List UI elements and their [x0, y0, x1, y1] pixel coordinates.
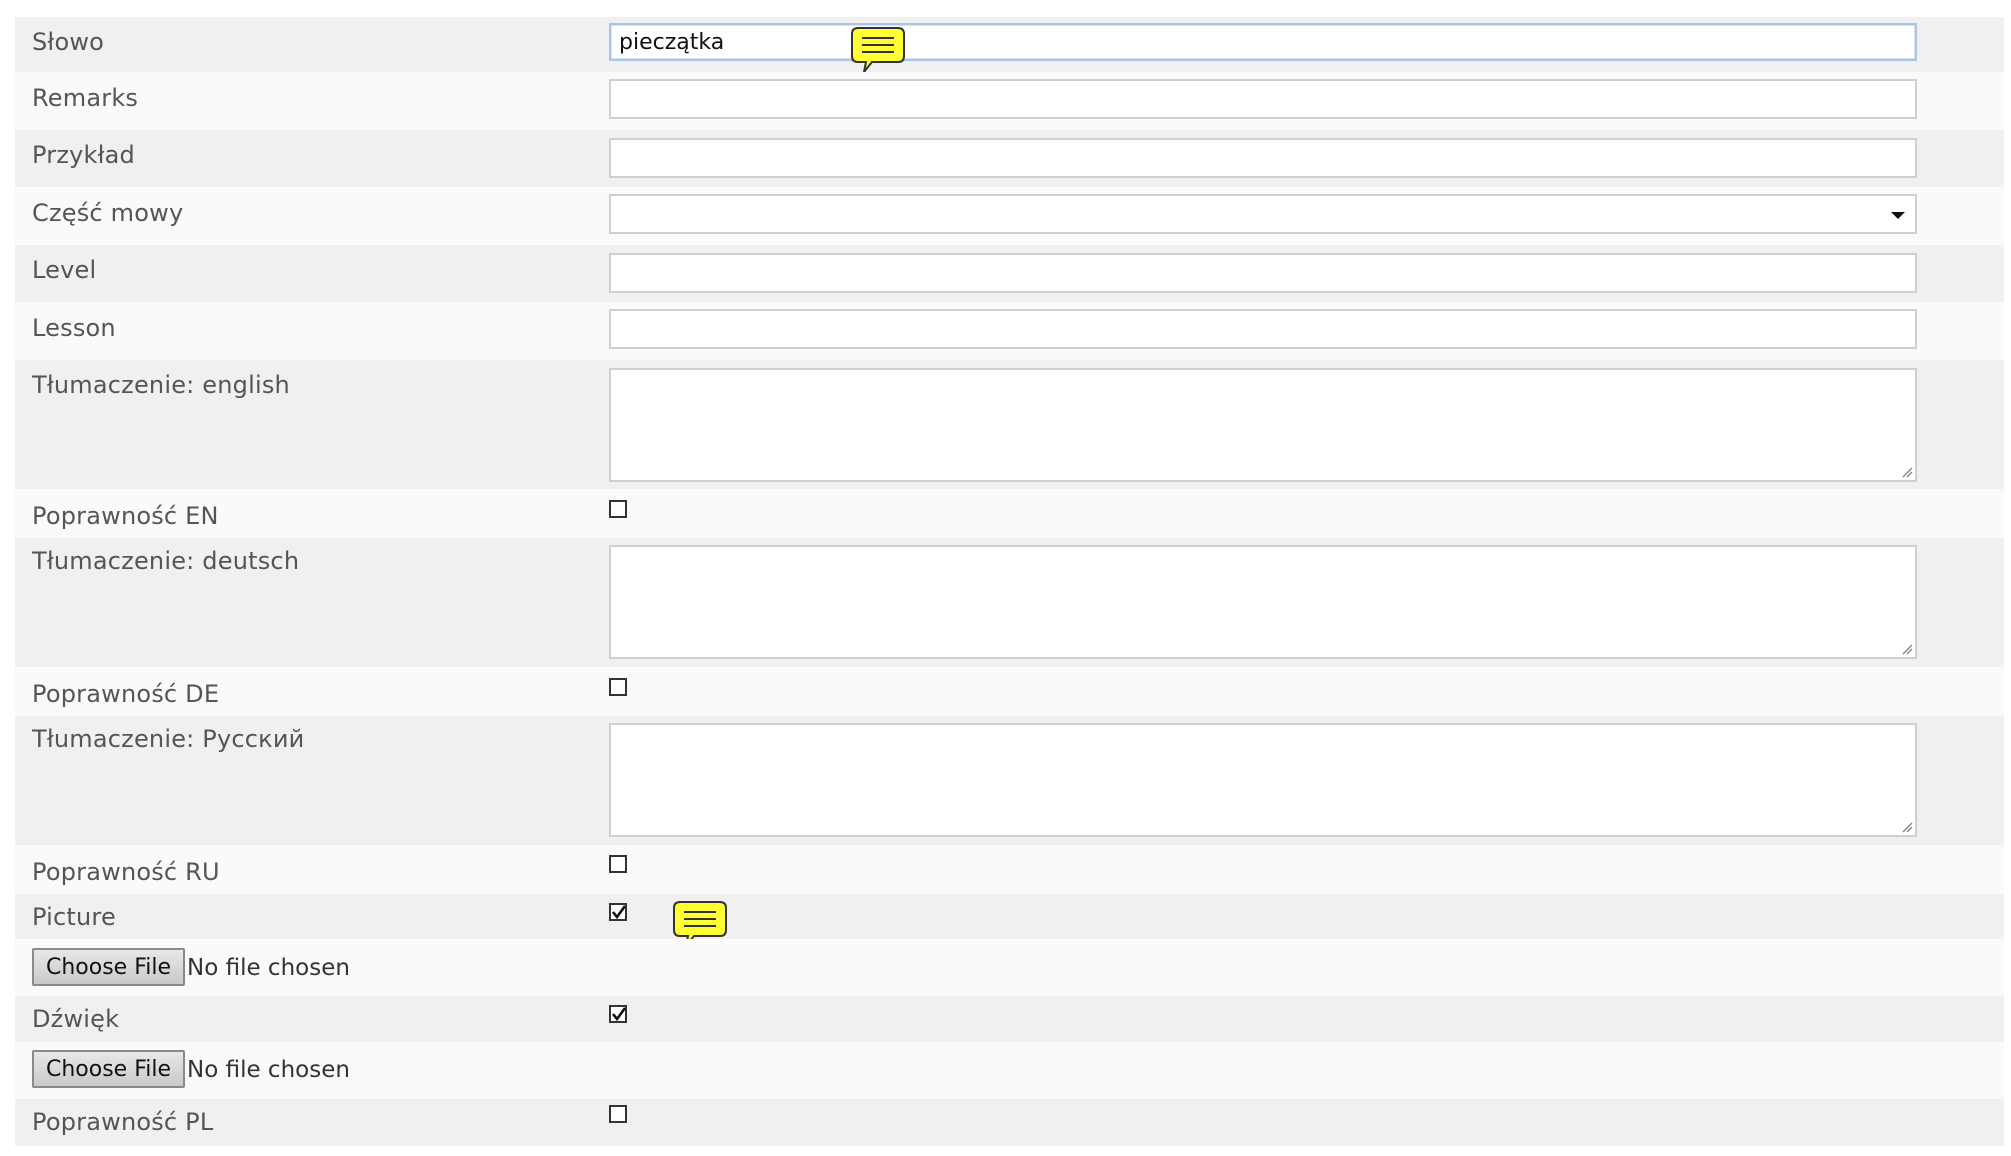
- row-slowo: Słowo: [15, 17, 2004, 73]
- label-poprawnosc-pl: Poprawność PL: [32, 1108, 214, 1136]
- przyklad-input[interactable]: [609, 138, 1917, 178]
- label-picture: Picture: [32, 903, 116, 931]
- checkmark-icon: [611, 1007, 627, 1022]
- poprawnosc-en-checkbox[interactable]: [609, 500, 627, 518]
- label-level: Level: [32, 256, 97, 284]
- row-poprawnosc-en: Poprawność EN: [15, 489, 2004, 538]
- resize-grip-icon[interactable]: [1901, 821, 1913, 833]
- row-level: Level: [15, 245, 2004, 302]
- tlumaczenie-en-textarea[interactable]: [609, 368, 1917, 482]
- label-lesson: Lesson: [32, 314, 116, 342]
- label-przyklad: Przykład: [32, 141, 135, 169]
- row-poprawnosc-ru: Poprawność RU: [15, 845, 2004, 894]
- row-przyklad: Przykład: [15, 130, 2004, 187]
- remarks-input[interactable]: [609, 79, 1917, 119]
- row-poprawnosc-pl: Poprawność PL: [15, 1099, 2004, 1146]
- picture-file-status: No file chosen: [187, 955, 350, 981]
- row-picture: Picture: [15, 894, 2004, 947]
- label-poprawnosc-de: Poprawność DE: [32, 680, 220, 708]
- label-poprawnosc-ru: Poprawność RU: [32, 858, 220, 886]
- row-tlumaczenie-de: Tłumaczenie: deutsch: [15, 538, 2004, 667]
- dzwiek-choose-file-button[interactable]: Choose File: [32, 1050, 186, 1088]
- level-input[interactable]: [609, 253, 1917, 293]
- checkmark-icon: [611, 905, 627, 920]
- chevron-down-icon[interactable]: [1891, 212, 1905, 219]
- label-tlumaczenie-de: Tłumaczenie: deutsch: [32, 547, 300, 575]
- row-dzwiek-file: Choose File No file chosen: [15, 1042, 2004, 1099]
- tlumaczenie-ru-textarea[interactable]: [609, 723, 1917, 837]
- czesc-mowy-select[interactable]: [609, 194, 1917, 234]
- poprawnosc-de-checkbox[interactable]: [609, 678, 627, 696]
- dzwiek-checkbox[interactable]: [609, 1005, 627, 1023]
- row-remarks: Remarks: [15, 72, 2004, 130]
- label-tlumaczenie-en: Tłumaczenie: english: [32, 371, 290, 399]
- row-picture-file: Choose File No file chosen: [15, 939, 2004, 996]
- label-remarks: Remarks: [32, 84, 139, 112]
- tlumaczenie-de-textarea[interactable]: [609, 545, 1917, 659]
- label-poprawnosc-en: Poprawność EN: [32, 502, 219, 530]
- dzwiek-file-status: No file chosen: [187, 1057, 350, 1083]
- label-tlumaczenie-ru: Tłumaczenie: Русский: [32, 725, 305, 753]
- row-tlumaczenie-en: Tłumaczenie: english: [15, 360, 2004, 489]
- picture-choose-file-button[interactable]: Choose File: [32, 948, 186, 986]
- resize-grip-icon[interactable]: [1901, 466, 1913, 478]
- czesc-mowy-select-box[interactable]: [609, 194, 1917, 234]
- picture-checkbox[interactable]: [609, 903, 627, 921]
- row-poprawnosc-de: Poprawność DE: [15, 667, 2004, 716]
- word-edit-form: Słowo Remarks Przykład Część mowy Level …: [15, 17, 2004, 1146]
- slowo-input[interactable]: [609, 23, 1917, 61]
- label-czesc-mowy: Część mowy: [32, 199, 184, 227]
- row-dzwiek: Dźwięk: [15, 996, 2004, 1042]
- row-czesc-mowy: Część mowy: [15, 187, 2004, 245]
- row-tlumaczenie-ru: Tłumaczenie: Русский: [15, 716, 2004, 845]
- label-slowo: Słowo: [32, 28, 105, 56]
- lesson-input[interactable]: [609, 309, 1917, 349]
- poprawnosc-pl-checkbox[interactable]: [609, 1105, 627, 1123]
- row-lesson: Lesson: [15, 302, 2004, 360]
- label-dzwiek: Dźwięk: [32, 1005, 120, 1033]
- resize-grip-icon[interactable]: [1901, 643, 1913, 655]
- comment-bubble-icon[interactable]: [850, 26, 906, 76]
- poprawnosc-ru-checkbox[interactable]: [609, 855, 627, 873]
